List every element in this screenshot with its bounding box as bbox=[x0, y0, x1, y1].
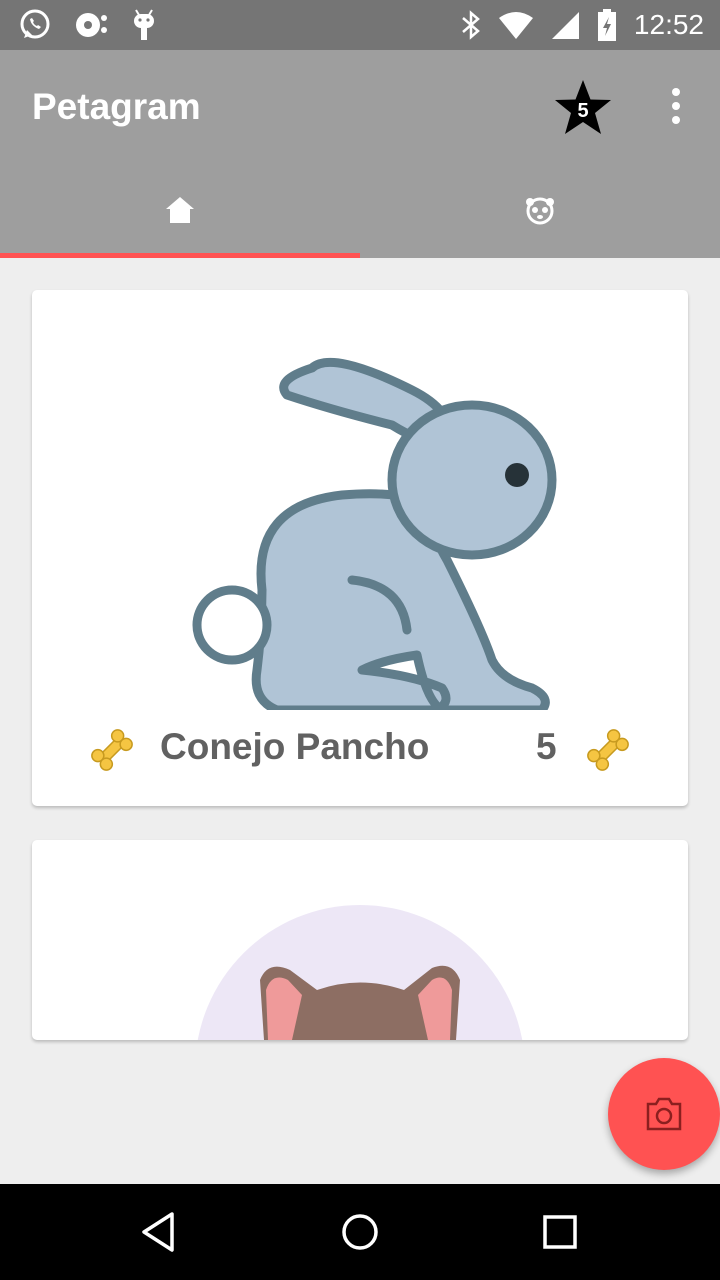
app-bar: Petagram 5 bbox=[0, 50, 720, 258]
clock: 12:52 bbox=[633, 9, 704, 40]
home-icon[interactable] bbox=[338, 1210, 382, 1254]
favorites-count: 5 bbox=[577, 100, 589, 122]
pet-card bbox=[32, 840, 688, 1040]
back-icon[interactable] bbox=[138, 1210, 182, 1254]
pet-card: Conejo Pancho 5 bbox=[32, 290, 688, 806]
favorites-button[interactable]: 5 bbox=[552, 78, 614, 140]
navigation-bar bbox=[0, 1184, 720, 1280]
camera-fab[interactable] bbox=[608, 1058, 720, 1170]
pet-profile-icon bbox=[526, 197, 554, 225]
home-icon bbox=[166, 197, 194, 223]
pet-list[interactable]: Conejo Pancho 5 bbox=[0, 258, 720, 1184]
tab-home[interactable] bbox=[0, 170, 360, 258]
rabbit-image bbox=[192, 357, 557, 710]
pet-name: Conejo Pancho bbox=[160, 726, 430, 767]
wifi-icon bbox=[498, 12, 533, 39]
tab-bar bbox=[0, 170, 720, 258]
app-title: Petagram bbox=[32, 86, 201, 127]
signal-icon bbox=[551, 12, 579, 39]
battery-charging-icon bbox=[597, 9, 616, 41]
bone-icon bbox=[587, 729, 629, 771]
bone-rate-button[interactable] bbox=[88, 726, 136, 774]
tab-pet-profile[interactable] bbox=[360, 170, 720, 258]
bluetooth-icon bbox=[462, 10, 480, 40]
status-bar: 12:52 bbox=[0, 0, 720, 50]
pet-likes-count: 5 bbox=[536, 726, 557, 767]
more-vert-icon bbox=[672, 88, 680, 124]
pet-card-footer: Conejo Pancho 5 bbox=[32, 720, 688, 780]
cat-image bbox=[197, 905, 523, 1040]
recents-icon[interactable] bbox=[538, 1210, 582, 1254]
whatsapp-icon bbox=[20, 9, 50, 39]
camera-icon bbox=[646, 1097, 682, 1131]
android-icon bbox=[134, 9, 154, 40]
music-icon bbox=[76, 13, 107, 37]
overflow-menu-button[interactable] bbox=[660, 82, 692, 134]
